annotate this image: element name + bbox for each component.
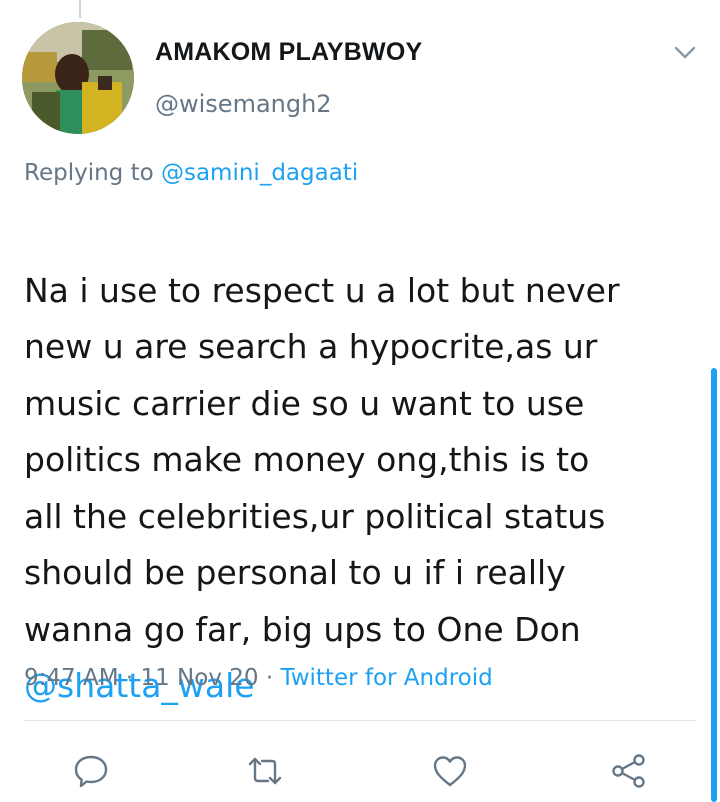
scrollbar[interactable]	[711, 368, 717, 802]
reply-icon[interactable]	[72, 752, 110, 790]
meta-separator: ·	[118, 665, 141, 691]
reply-mention-link[interactable]: @samini_dagaati	[161, 160, 358, 186]
thread-connector-line	[79, 0, 81, 18]
tweet-source-link[interactable]: Twitter for Android	[280, 665, 492, 691]
retweet-icon[interactable]	[246, 752, 284, 790]
avatar-photo	[22, 22, 134, 134]
meta-separator: ·	[258, 665, 281, 691]
share-icon[interactable]	[610, 752, 648, 790]
divider	[24, 720, 696, 721]
chevron-down-icon[interactable]	[670, 40, 700, 64]
avatar[interactable]	[22, 22, 134, 134]
tweet-time[interactable]: 9:47 AM	[24, 665, 119, 691]
tweet-text: Na i use to respect u a lot but never ne…	[24, 270, 620, 649]
replying-to-line: Replying to @samini_dagaati	[24, 160, 358, 186]
tweet-meta: 9:47 AM · 11 Nov 20 · Twitter for Androi…	[24, 665, 493, 691]
like-icon[interactable]	[431, 752, 469, 790]
user-handle[interactable]: @wisemangh2	[155, 90, 332, 118]
replying-to-label: Replying to	[24, 160, 161, 186]
tweet-date[interactable]: 11 Nov 20	[140, 665, 258, 691]
display-name[interactable]: AMAKOM PLAYBWOY	[155, 38, 422, 67]
